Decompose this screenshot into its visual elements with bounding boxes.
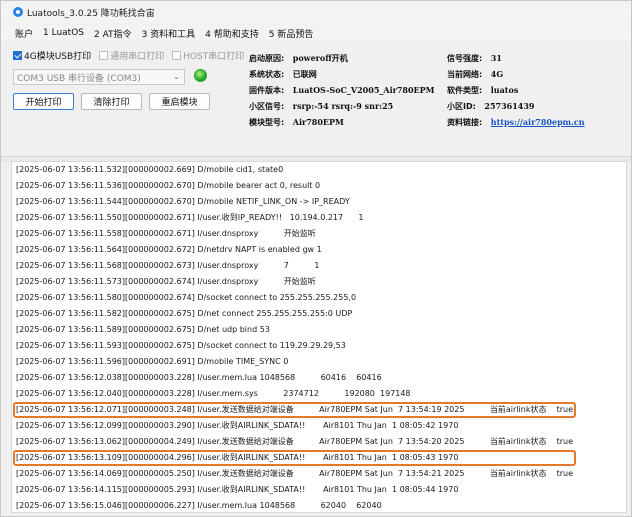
info-boot-reason: 启动原因: poweroff开机 [249,53,348,63]
menu-bar: 账户 1 LuatOS 2 AT指令 3 资料和工具 4 帮助和支持 5 新品预… [1,25,631,41]
docs-link[interactable]: https://air780epm.cn [491,117,585,127]
checkbox-4g-usb-print[interactable]: 4G模块USB打印 [13,49,91,62]
log-line: [2025-06-07 13:56:11.582][000000002.675]… [16,309,353,318]
info-docs-link: 资料链接: https://air780epm.cn [447,117,585,127]
log-line: [2025-06-07 13:56:11.593][000000002.675]… [16,341,346,350]
window-title: Luatools_3.0.25 降功耗找合宙 [27,8,155,19]
info-firmware-version: 固件版本: LuatOS-SoC_V2005_Air780EPM [249,85,435,95]
port-select[interactable]: COM3 USB 串行设备 (COM3) ⌄ [13,69,185,85]
log-line: [2025-06-07 13:56:11.544][000000002.670]… [16,197,350,206]
checkbox-host-print[interactable]: HOST串口打印 [172,49,244,62]
menu-account[interactable]: 账户 [15,27,33,40]
luatools-window: Luatools_3.0.25 降功耗找合宙 账户 1 LuatOS 2 AT指… [0,0,632,517]
menu-help-support[interactable]: 4 帮助和支持 [205,27,259,40]
highlight-box [13,450,576,466]
checkbox-unchecked-icon[interactable] [99,51,109,60]
log-line: [2025-06-07 13:56:11.558][000000002.671]… [16,229,316,238]
start-print-button[interactable]: 开始打印 [13,93,74,110]
log-line: [2025-06-07 13:56:11.536][000000002.670]… [16,181,321,190]
info-module-model: 模块型号: Air780EPM [249,117,344,127]
checkbox-serial-print[interactable]: 通用串口打印 [99,49,164,62]
info-cell-id: 小区ID: 257361439 [447,101,535,111]
log-line: [2025-06-07 13:56:11.589][000000002.675]… [16,325,270,334]
highlight-box [13,402,576,418]
menu-luatos[interactable]: 1 LuatOS [43,28,84,38]
menu-new-products[interactable]: 5 新品预告 [269,27,314,40]
reboot-module-button[interactable]: 重启模块 [149,93,210,110]
checkbox-serial-label: 通用串口打印 [110,52,165,62]
info-software-type: 软件类型: luatos [447,85,519,95]
chevron-down-icon: ⌄ [173,72,180,81]
checkbox-unchecked-icon[interactable] [172,51,182,60]
log-line: [2025-06-07 13:56:12.099][000000003.290]… [16,421,459,430]
info-system-status: 系统状态: 已联网 [249,69,317,79]
menu-at-commands[interactable]: 2 AT指令 [94,27,132,40]
luatools-logo-icon [13,7,23,17]
log-line: [2025-06-07 13:56:12.040][000000003.228]… [16,389,411,398]
log-line: [2025-06-07 13:56:11.573][000000002.674]… [16,277,316,286]
title-bar: Luatools_3.0.25 降功耗找合宙 [1,1,631,23]
log-line: [2025-06-07 13:56:11.564][000000002.672]… [16,245,322,254]
clear-print-button[interactable]: 清除打印 [81,93,142,110]
info-cell-signal: 小区信号: rsrp:-54 rsrq:-9 snr:25 [249,101,394,111]
log-line: [2025-06-07 13:56:14.115][000000005.293]… [16,485,459,494]
checkbox-4g-usb-label: 4G模块USB打印 [24,52,92,62]
control-panel: 4G模块USB打印 通用串口打印 HOST串口打印 COM3 USB 串行设备 … [1,41,631,156]
print-options: 4G模块USB打印 通用串口打印 HOST串口打印 [13,49,252,62]
log-line: [2025-06-07 13:56:11.580][000000002.674]… [16,293,357,302]
log-line: [2025-06-07 13:56:14.069][000000005.250]… [16,469,574,478]
log-line: [2025-06-07 13:56:11.568][000000002.673]… [16,261,320,270]
checkbox-checked-icon[interactable] [13,51,22,60]
log-line: [2025-06-07 13:56:11.532][000000002.669]… [16,165,284,174]
log-line: [2025-06-07 13:56:12.038][000000003.228]… [16,373,382,382]
checkbox-host-label: HOST串口打印 [183,52,245,62]
info-current-network: 当前网络: 4G [447,69,504,79]
connection-status-icon [194,69,207,82]
log-line: [2025-06-07 13:56:15.046][000000006.227]… [16,501,382,510]
info-signal-strength: 信号强度: 31 [447,53,502,63]
log-line: [2025-06-07 13:56:13.062][000000004.249]… [16,437,574,446]
log-line: [2025-06-07 13:56:11.596][000000002.691]… [16,357,289,366]
log-line: [2025-06-07 13:56:11.550][000000002.671]… [16,213,364,222]
log-output[interactable]: [2025-06-07 13:56:11.532][000000002.669]… [11,161,627,513]
port-select-value: COM3 USB 串行设备 (COM3) [17,73,141,84]
menu-resources-tools[interactable]: 3 资料和工具 [142,27,196,40]
